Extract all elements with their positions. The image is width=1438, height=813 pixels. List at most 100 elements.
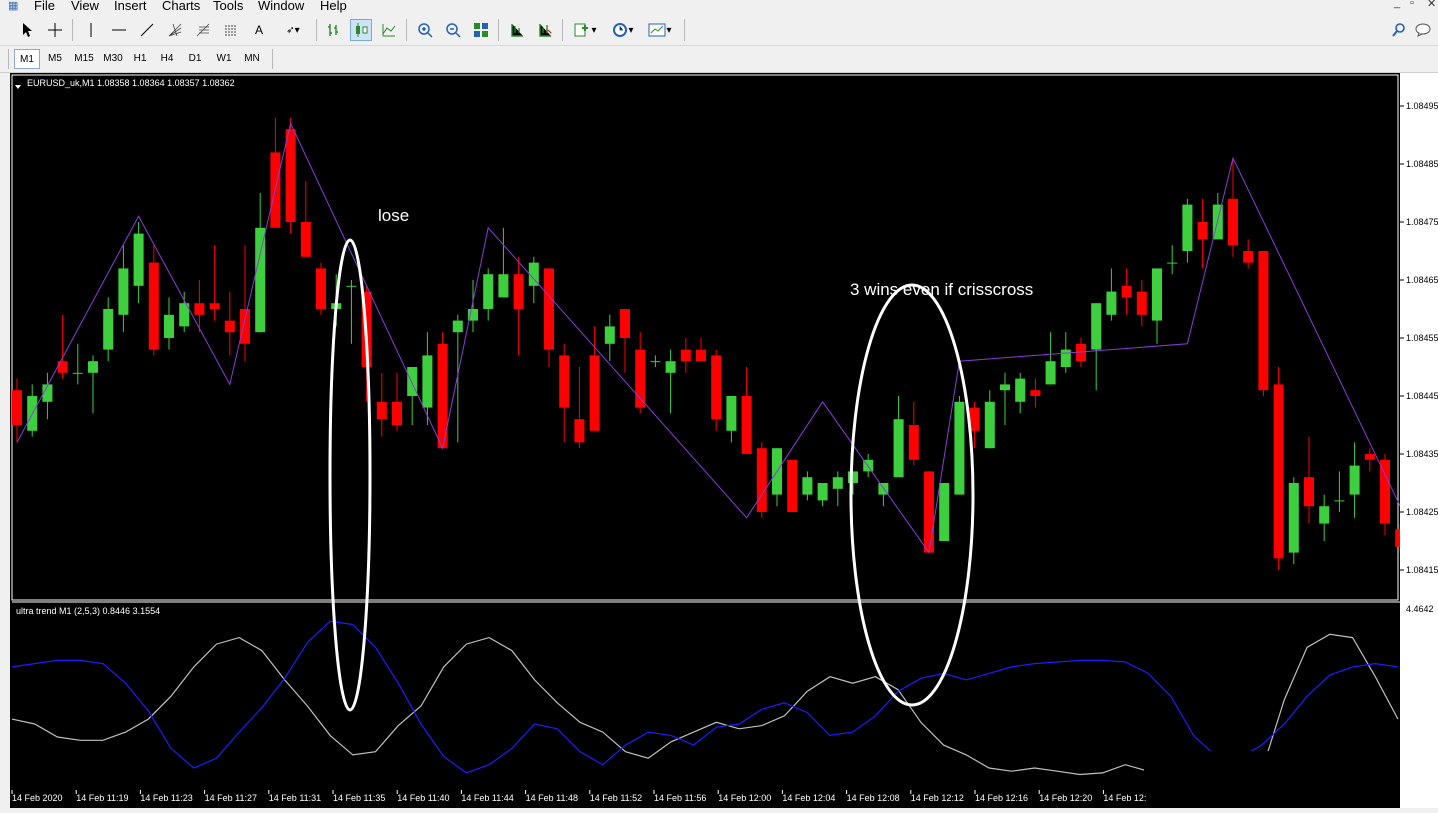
fibonacci-fan-icon[interactable] bbox=[164, 19, 186, 41]
horizontal-line-icon[interactable] bbox=[108, 19, 130, 41]
tile-windows-icon[interactable] bbox=[470, 19, 492, 41]
line-chart-icon[interactable] bbox=[378, 19, 400, 41]
candle-body bbox=[1273, 384, 1284, 559]
candle bbox=[513, 256, 524, 356]
candle-body bbox=[832, 477, 843, 489]
text-icon[interactable]: A bbox=[248, 19, 270, 41]
candle bbox=[118, 245, 129, 333]
candle-body bbox=[1319, 506, 1330, 524]
candle-body bbox=[346, 285, 357, 287]
candle-body bbox=[984, 401, 995, 449]
annotation-lose: lose bbox=[378, 206, 409, 225]
price-tick-label: 1.08495 bbox=[1406, 101, 1438, 111]
arrows-dropdown-icon[interactable]: ➶▾ bbox=[278, 19, 308, 41]
menu-tools[interactable]: Tools bbox=[213, 0, 243, 13]
zoom-out-icon[interactable] bbox=[442, 19, 464, 41]
chart-canvas[interactable]: EURUSD_uk,M1 1.08358 1.08364 1.08357 1.0… bbox=[10, 73, 1400, 808]
candle bbox=[954, 396, 965, 495]
close-button[interactable]: ✕ bbox=[1427, 0, 1436, 10]
candle bbox=[680, 338, 691, 373]
timeframe-m1[interactable]: M1 bbox=[14, 49, 40, 69]
crosshair-icon[interactable] bbox=[44, 19, 66, 41]
menu-help[interactable]: Help bbox=[320, 0, 347, 13]
time-tick-label: 14 Feb 12:04 bbox=[782, 793, 835, 803]
candlestick-icon[interactable] bbox=[350, 19, 372, 41]
candle bbox=[848, 471, 858, 495]
timeframe-m30[interactable]: M30 bbox=[99, 49, 127, 69]
candle-body bbox=[422, 355, 433, 408]
candle-body bbox=[1182, 204, 1193, 251]
timeframe-d1[interactable]: D1 bbox=[183, 49, 207, 69]
candle bbox=[468, 280, 478, 333]
autoscroll-icon[interactable] bbox=[534, 19, 556, 41]
timeframe-mn[interactable]: MN bbox=[239, 49, 265, 69]
chart-window[interactable]: EURUSD_uk,M1 1.08358 1.08364 1.08357 1.0… bbox=[10, 73, 1400, 808]
timeframe-toolbar: M1 M5 M15 M30 H1 H4 D1 W1 MN bbox=[0, 46, 1438, 73]
candle-body bbox=[924, 471, 934, 553]
candle-body bbox=[103, 309, 114, 350]
candle bbox=[1000, 372, 1010, 425]
candle-body bbox=[939, 483, 950, 541]
candle-body bbox=[72, 372, 83, 374]
timeframe-m15[interactable]: M15 bbox=[70, 49, 98, 69]
candle bbox=[544, 268, 554, 367]
candle bbox=[483, 268, 494, 321]
candle bbox=[88, 355, 98, 414]
candle bbox=[1167, 245, 1178, 275]
bar-chart-icon[interactable] bbox=[322, 19, 344, 41]
candle-body bbox=[893, 419, 904, 478]
channel-icon[interactable] bbox=[220, 19, 242, 41]
candle bbox=[72, 343, 83, 385]
toolbar-grip bbox=[8, 49, 9, 69]
candle bbox=[893, 396, 904, 478]
search-icon[interactable] bbox=[1388, 19, 1410, 41]
candle-body bbox=[148, 262, 159, 350]
chart-header-collapse-icon[interactable] bbox=[15, 85, 21, 89]
menu-charts[interactable]: Charts bbox=[162, 0, 200, 13]
price-scale[interactable]: 1.08495 1.08485 1.08475 1.08465 1.08455 1.084… bbox=[1400, 73, 1438, 808]
candle bbox=[559, 343, 570, 443]
candle-body bbox=[604, 326, 615, 344]
timeframe-w1[interactable]: W1 bbox=[211, 49, 237, 69]
timeframe-h1[interactable]: H1 bbox=[128, 49, 152, 69]
candle-body bbox=[513, 274, 524, 309]
chat-icon[interactable] bbox=[1414, 19, 1436, 41]
menu-window[interactable]: Window bbox=[258, 0, 304, 13]
menu-insert[interactable]: Insert bbox=[114, 0, 147, 13]
cursor-arrow-icon[interactable] bbox=[16, 19, 38, 41]
candle bbox=[817, 483, 828, 507]
candle bbox=[376, 372, 387, 437]
trendline-icon[interactable] bbox=[136, 19, 158, 41]
candle bbox=[194, 280, 205, 333]
fibonacci-icon[interactable] bbox=[192, 19, 214, 41]
price-tick-label: 1.08485 bbox=[1406, 159, 1438, 169]
templates-icon[interactable]: ▾ bbox=[644, 19, 676, 41]
candle bbox=[12, 378, 22, 443]
time-tick-label: 14 Feb 11:19 bbox=[76, 793, 128, 803]
candle bbox=[1258, 251, 1269, 396]
candle bbox=[741, 367, 752, 454]
vertical-line-icon[interactable] bbox=[80, 19, 102, 41]
annotation-ellipse-wins bbox=[849, 283, 975, 707]
candle-body bbox=[209, 303, 220, 309]
indicators-icon[interactable]: ▾ bbox=[570, 19, 600, 41]
menu-file[interactable]: File bbox=[34, 0, 55, 13]
candle-body bbox=[696, 349, 706, 362]
periods-icon[interactable]: ▾ bbox=[608, 19, 638, 41]
minimize-button[interactable]: _ bbox=[1394, 0, 1400, 9]
price-tick-label: 1.08435 bbox=[1406, 449, 1438, 459]
timeframe-h4[interactable]: H4 bbox=[155, 49, 179, 69]
timeframe-m5[interactable]: M5 bbox=[43, 49, 67, 69]
chart-shift-icon[interactable] bbox=[506, 19, 528, 41]
candle-body bbox=[1228, 198, 1238, 246]
toolbar-separator bbox=[316, 19, 317, 41]
candle-body bbox=[756, 448, 767, 512]
candle-body bbox=[285, 129, 296, 222]
candle bbox=[1121, 268, 1132, 315]
candle bbox=[802, 471, 813, 501]
app-icon[interactable]: ▦ bbox=[8, 0, 24, 13]
menu-view[interactable]: View bbox=[71, 0, 99, 13]
zoom-in-icon[interactable] bbox=[414, 19, 436, 41]
restore-button[interactable]: ▫ bbox=[1410, 0, 1414, 9]
candle-body bbox=[392, 401, 402, 425]
